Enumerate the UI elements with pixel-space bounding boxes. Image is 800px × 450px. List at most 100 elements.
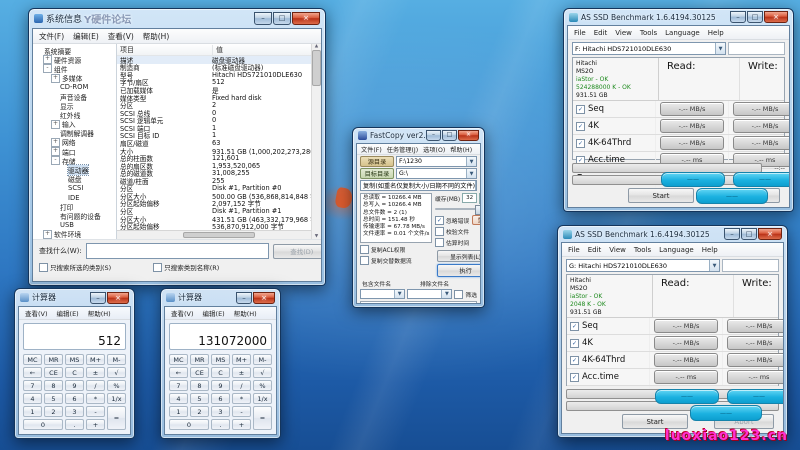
search-category-names-checkbox[interactable]: 只搜索类别名称(R) xyxy=(153,262,219,272)
calc-button-4[interactable]: 4 xyxy=(23,393,42,404)
menu-item-0[interactable]: 文件(F) xyxy=(361,145,382,154)
table-row[interactable]: 分区起始偏移 536,870,912,000 字节 xyxy=(117,222,311,231)
drive-select-combobox[interactable]: F: Hitachi HDS721010DLE630 ▼ xyxy=(572,42,726,55)
4k-checkbox[interactable]: ✓ xyxy=(570,338,579,348)
calc-button-[interactable]: * xyxy=(232,393,251,404)
menu-item-3[interactable]: 帮助(H) xyxy=(143,31,170,42)
menu-item-1[interactable]: Edit xyxy=(594,29,608,37)
close-button[interactable]: × xyxy=(253,291,275,304)
menu-item-2[interactable]: 帮助(H) xyxy=(234,308,257,318)
calc-button-0[interactable]: 0 xyxy=(23,419,63,430)
copy-mode-combobox[interactable]: 复制(如重名仅复制大小/日期不同的文件)▼ xyxy=(360,180,477,191)
estimate-checkbox[interactable]: 估算时间 xyxy=(435,238,480,247)
spinner-icon[interactable]: ▲▼ xyxy=(479,192,480,204)
calc-button-1[interactable]: 1 xyxy=(23,406,42,417)
collapse-icon[interactable]: - xyxy=(51,156,60,166)
calc-button-m[interactable]: M- xyxy=(253,354,272,365)
maximize-button[interactable]: □ xyxy=(442,130,457,141)
calc-button-2[interactable]: 2 xyxy=(190,406,209,417)
calc-button-m[interactable]: M- xyxy=(107,354,126,365)
calc-button-[interactable]: . xyxy=(211,419,230,430)
calc-button-0[interactable]: 0 xyxy=(169,419,209,430)
calc-button-ce[interactable]: CE xyxy=(44,367,63,378)
dropdown-arrow-icon[interactable]: ▼ xyxy=(709,260,719,271)
menu-item-2[interactable]: 选项(O) xyxy=(423,145,445,154)
menu-item-3[interactable]: 帮助(H) xyxy=(450,145,472,154)
calc-button-[interactable]: % xyxy=(107,380,126,391)
dropdown-arrow-icon[interactable]: ▼ xyxy=(441,290,452,298)
menu-item-1[interactable]: 编辑(E) xyxy=(57,308,79,318)
4k-64thrd-checkbox[interactable]: ✓ xyxy=(576,138,585,148)
calc-button-ms[interactable]: MS xyxy=(65,354,84,365)
menu-item-0[interactable]: 查看(V) xyxy=(25,308,48,318)
speed-slider[interactable] xyxy=(435,204,480,215)
verify-checkbox[interactable]: 校验文件 xyxy=(435,227,480,236)
close-button[interactable]: × xyxy=(458,130,479,141)
calc-button-9[interactable]: 9 xyxy=(65,380,84,391)
minimize-button[interactable]: – xyxy=(90,291,106,304)
calc-button-[interactable]: ← xyxy=(23,367,42,378)
menu-item-2[interactable]: View xyxy=(609,246,626,254)
seq-checkbox[interactable]: ✓ xyxy=(576,104,585,114)
vertical-scrollbar[interactable]: ▲ ▼ xyxy=(311,44,321,239)
minimize-button[interactable]: – xyxy=(724,228,740,240)
calc-button-5[interactable]: 5 xyxy=(44,393,63,404)
calc-button-6[interactable]: 6 xyxy=(65,393,84,404)
maximize-button[interactable]: □ xyxy=(273,12,291,25)
dropdown-arrow-icon[interactable]: ▼ xyxy=(466,157,476,166)
calc-button-m[interactable]: M+ xyxy=(86,354,105,365)
expand-icon[interactable]: + xyxy=(43,229,52,239)
calc-button-3[interactable]: 3 xyxy=(211,406,230,417)
tree-item-[interactable]: 有问题的设备 xyxy=(33,211,116,221)
search-selected-category-checkbox[interactable]: 只搜索所选的类别(S) xyxy=(39,262,111,272)
menu-item-2[interactable]: 查看(V) xyxy=(108,31,134,42)
drive-select-combobox[interactable]: G: Hitachi HDS721010DLE630 ▼ xyxy=(566,259,720,272)
expand-icon[interactable]: + xyxy=(51,73,60,83)
calc-button-6[interactable]: 6 xyxy=(211,393,230,404)
expand-icon[interactable]: + xyxy=(43,55,52,65)
minimize-button[interactable]: – xyxy=(426,130,441,141)
titlebar[interactable]: 计算器 – × xyxy=(161,289,280,306)
menu-item-3[interactable]: Tools xyxy=(640,29,657,37)
close-button[interactable]: × xyxy=(107,291,129,304)
dest-path-combobox[interactable]: G:\ ▼ xyxy=(396,168,477,179)
calc-button-1[interactable]: 1 xyxy=(169,406,188,417)
tree-item-[interactable]: 声音设备 xyxy=(33,92,116,102)
source-path-combobox[interactable]: F:\1230 ▼ xyxy=(396,156,477,167)
calc-button-3[interactable]: 3 xyxy=(65,406,84,417)
menu-item-3[interactable]: Tools xyxy=(634,246,651,254)
menu-item-2[interactable]: 帮助(H) xyxy=(88,308,111,318)
calc-button-c[interactable]: C xyxy=(65,367,84,378)
column-header-item[interactable]: 项目 xyxy=(117,44,213,55)
expand-icon[interactable]: + xyxy=(51,137,60,147)
tree-item-[interactable]: + 软件环境 xyxy=(33,229,116,239)
reset-button[interactable]: 重置 xyxy=(472,215,480,225)
calc-button-[interactable]: ± xyxy=(232,367,251,378)
dest-dir-button[interactable]: 目标目录 xyxy=(360,168,394,179)
calc-button-ce[interactable]: CE xyxy=(190,367,209,378)
menu-item-1[interactable]: 任务管理(J) xyxy=(387,145,418,154)
calc-button-5[interactable]: 5 xyxy=(190,393,209,404)
calc-button-ms[interactable]: MS xyxy=(211,354,230,365)
menu-item-0[interactable]: 查看(V) xyxy=(171,308,194,318)
filter-checkbox[interactable]: 筛选 xyxy=(454,289,477,299)
minimize-button[interactable]: – xyxy=(254,12,272,25)
calc-button-7[interactable]: 7 xyxy=(23,380,42,391)
copy-acl-checkbox[interactable]: 复制ACL权限 xyxy=(360,245,432,254)
close-button[interactable]: × xyxy=(292,12,320,25)
close-button[interactable]: × xyxy=(758,228,782,240)
dropdown-arrow-icon[interactable]: ▼ xyxy=(466,169,476,178)
calc-button-9[interactable]: 9 xyxy=(211,380,230,391)
titlebar[interactable]: AS SSD Benchmark 1.6.4194.30125 – □ × xyxy=(558,226,787,242)
column-header-value[interactable]: 值 xyxy=(213,45,223,55)
calc-button-1-x[interactable]: 1/x xyxy=(253,393,272,404)
titlebar[interactable]: FastCopy ver2.11 – □ × xyxy=(353,128,484,143)
4k-checkbox[interactable]: ✓ xyxy=(576,121,585,131)
acc-time-checkbox[interactable]: ✓ xyxy=(570,372,579,382)
calc-button-[interactable]: + xyxy=(232,419,251,430)
maximize-button[interactable]: □ xyxy=(741,228,757,240)
scrollbar-thumb[interactable] xyxy=(182,232,255,238)
calc-button-[interactable]: ± xyxy=(86,367,105,378)
menu-item-5[interactable]: Help xyxy=(702,246,718,254)
execute-button[interactable]: 执行 xyxy=(437,264,480,277)
